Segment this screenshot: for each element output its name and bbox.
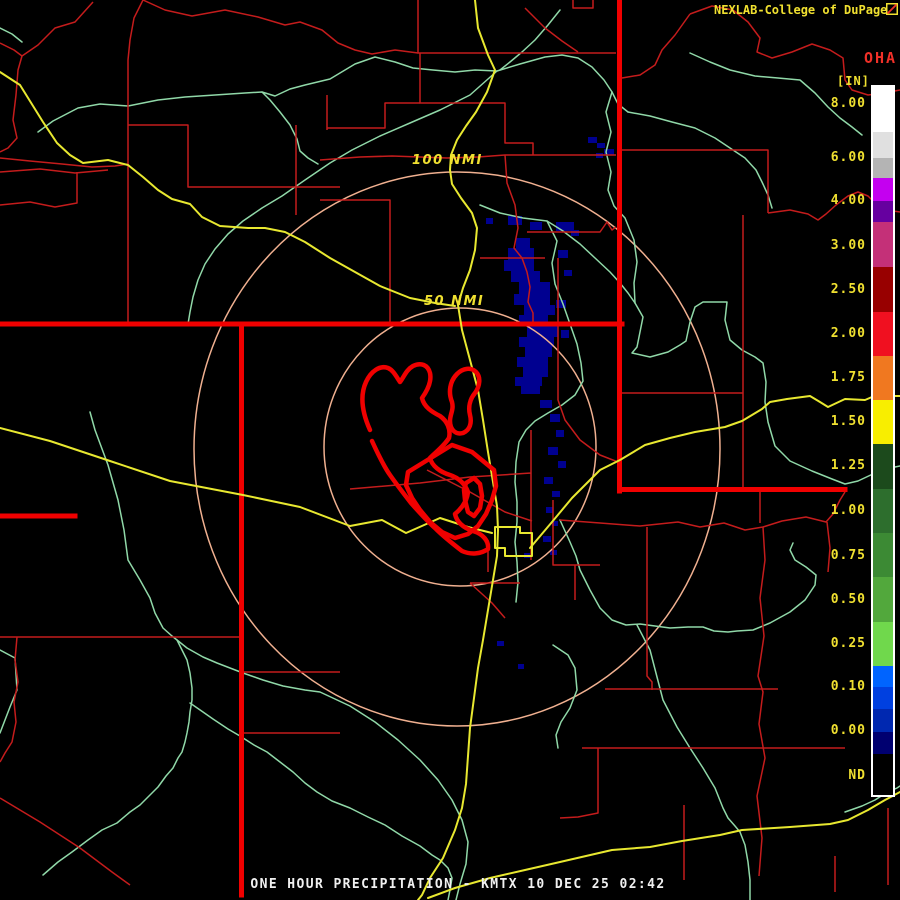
colorbar-segment: [873, 222, 893, 267]
colorbar-label: 1.75: [830, 370, 866, 385]
colorbar-segment: [873, 178, 893, 201]
colorbar-segment: [873, 754, 893, 795]
colorbar-segment: [873, 444, 893, 489]
radar-display: NEXLAB-College of DuPage OHA [IN] 100 NM…: [0, 0, 900, 900]
state-borders: [0, 0, 848, 898]
urban-area-box: [494, 526, 533, 557]
colorbar-label: 1.00: [830, 503, 866, 518]
colorbar-segment: [873, 666, 893, 687]
product-units: [IN]: [837, 74, 870, 88]
colorbar-label: 2.50: [830, 282, 866, 297]
radar-map: [0, 0, 900, 900]
river-lines: [0, 9, 900, 900]
colorbar-segment: [873, 533, 893, 577]
colorbar-segment: [873, 312, 893, 356]
colorbar-segment: [873, 201, 893, 222]
colorbar-segment: [873, 489, 893, 533]
colorbar-label: 0.25: [830, 636, 866, 651]
dupage-logo-icon: [886, 3, 898, 15]
colorbar: [871, 85, 895, 797]
precipitation-echoes: [486, 137, 614, 669]
colorbar-label: 6.00: [830, 150, 866, 165]
highway-lines: [0, 0, 900, 900]
product-code: OHA: [864, 49, 898, 67]
colorbar-segment: [873, 687, 893, 709]
status-bar-text: ONE HOUR PRECIPITATION - KMTX 10 DEC 25 …: [250, 877, 666, 892]
colorbar-label: 4.00: [830, 193, 866, 208]
colorbar-label: 8.00: [830, 96, 866, 111]
colorbar-segment: [873, 158, 893, 178]
colorbar-segment: [873, 356, 893, 400]
colorbar-segment: [873, 87, 893, 132]
colorbar-label: 2.00: [830, 326, 866, 341]
colorbar-segment: [873, 622, 893, 666]
colorbar-segment: [873, 267, 893, 312]
colorbar-label: 0.50: [830, 592, 866, 607]
header-title: NEXLAB-College of DuPage: [714, 3, 888, 17]
colorbar-label: 0.10: [830, 679, 866, 694]
colorbar-label: 1.25: [830, 458, 866, 473]
colorbar-segment: [873, 577, 893, 622]
lake-outline: [360, 362, 499, 556]
colorbar-segment: [873, 732, 893, 754]
colorbar-segment: [873, 400, 893, 444]
colorbar-label: ND: [848, 768, 866, 783]
colorbar-label: 0.00: [830, 723, 866, 738]
range-ring-outer-label: 100 NMI: [412, 153, 483, 168]
range-ring-inner-label: 50 NMI: [424, 294, 485, 309]
colorbar-label: 1.50: [830, 414, 866, 429]
colorbar-segment: [873, 709, 893, 732]
colorbar-label: 0.75: [830, 548, 866, 563]
colorbar-segment: [873, 132, 893, 158]
colorbar-label: 3.00: [830, 238, 866, 253]
